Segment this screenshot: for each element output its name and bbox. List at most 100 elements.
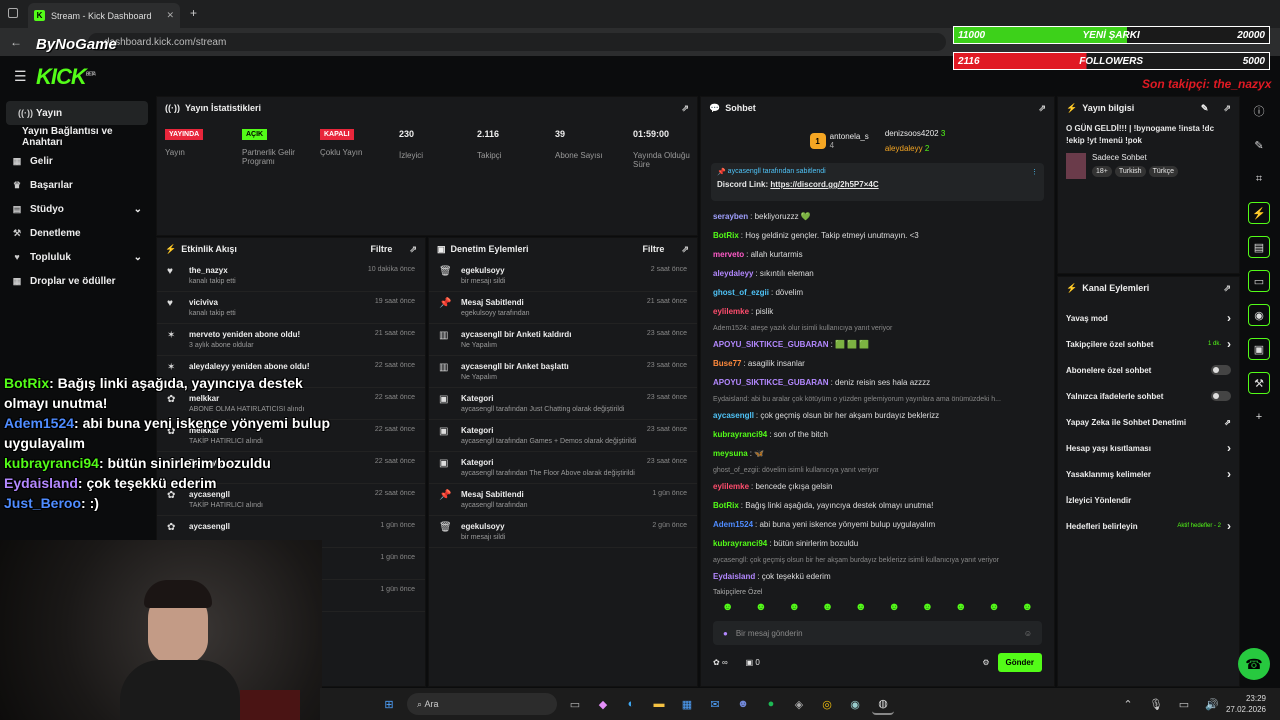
box-icon[interactable]: ▣ 0	[746, 658, 760, 667]
popout-icon[interactable]: ⇗	[681, 244, 689, 255]
sidebar-item-denetleme[interactable]: ⚒ Denetleme	[0, 221, 154, 245]
chat-message[interactable]: Buse77: asagilik insanlar	[701, 354, 1054, 373]
app-icon[interactable]: ◈	[788, 693, 810, 715]
menu-icon[interactable]: ☰	[14, 68, 27, 85]
toggle-switch[interactable]	[1211, 365, 1231, 375]
channel-action-item[interactable]: İzleyici Yönlendir	[1058, 487, 1239, 513]
top-gifters: 1 antonela_s 4 denizsoos4202 3 aleydaleyy 2	[701, 119, 1054, 163]
song-label: YENİ ŞARKI	[1082, 29, 1140, 41]
activity-filter-button[interactable]: Filtre	[370, 244, 392, 254]
chat-message[interactable]: kubrayranci94: son of the bitch	[701, 425, 1054, 444]
support-chat-icon[interactable]: ☎	[1238, 648, 1270, 680]
crop-icon[interactable]: ⌗	[1248, 168, 1270, 190]
chat-message[interactable]: meysuna: 🦋	[701, 444, 1054, 463]
overlay-chat-message: Just_Beroo: :)	[4, 495, 99, 511]
channel-action-item[interactable]: Takipçilere özel sohbet 1 dk. ›	[1058, 331, 1239, 357]
chat-message[interactable]: merveto: allah kurtarmis	[701, 245, 1054, 264]
file-icon[interactable]: ▭	[564, 693, 586, 715]
chat-message[interactable]: ghost_of_ezgii: dövelim	[701, 283, 1054, 302]
channel-action-item[interactable]: Hesap yaşı kısıtlaması ›	[1058, 435, 1239, 461]
chat-message[interactable]: Eydaisland: çok teşekkü ederim	[701, 567, 1054, 586]
edit-icon[interactable]: ✎	[1201, 103, 1209, 114]
broadcast-icon: ((·))	[18, 108, 33, 118]
chat-icon: 💬	[709, 102, 721, 113]
address-bar[interactable]: dashboard.kick.com/stream	[88, 33, 946, 51]
chat-message[interactable]: serayben: bekliyoruzzz 💚	[701, 207, 1054, 226]
send-button[interactable]: Gönder	[997, 652, 1042, 672]
settings-icon[interactable]: ⚙	[982, 658, 989, 667]
clock[interactable]: 23:29 27.02.2026	[1226, 693, 1266, 715]
popout-icon[interactable]: ⇗	[681, 103, 689, 114]
popout-icon[interactable]: ⇗	[1223, 103, 1231, 114]
windows-start-icon[interactable]: ⊞	[378, 693, 400, 715]
sidebar-item-studyo[interactable]: ▤ Stüdyo ⌄	[0, 197, 154, 221]
kick-logo[interactable]: KICKBETA	[36, 64, 96, 90]
store-icon[interactable]: ▦	[676, 693, 698, 715]
broadcast-icon[interactable]: ◉	[1248, 304, 1270, 326]
sidebar-item-yayin[interactable]: ((·)) Yayın	[6, 101, 148, 125]
mic-icon[interactable]: 🎙	[1145, 693, 1167, 715]
channel-action-item[interactable]: Yalnızca ifadelerle sohbet	[1058, 383, 1239, 409]
edge-icon[interactable]: ◐	[620, 693, 642, 715]
taskbar-search[interactable]: ⌕ Ara	[407, 693, 557, 715]
chat-message[interactable]: APOYU_SIKTIKCE_GUBARAN: deniz reisin ses…	[701, 373, 1054, 392]
popout-icon[interactable]: ⇗	[1223, 283, 1231, 294]
tab-actions-icon[interactable]	[8, 8, 18, 18]
sidebar-item-droplar[interactable]: ▦ Droplar ve ödüller	[0, 269, 154, 293]
wrench-icon[interactable]: ⚒	[1248, 372, 1270, 394]
income-icon: ▦	[12, 155, 22, 166]
copilot-icon[interactable]: ◆	[592, 693, 614, 715]
volume-icon[interactable]: 🔊	[1201, 693, 1223, 715]
obs-icon[interactable]: ◍	[872, 693, 894, 715]
chat-message[interactable]: aleydaleyy: sıkıntılı eleman	[701, 264, 1054, 283]
chat-message[interactable]: BotRix: Hoş geldiniz gençler. Takip etme…	[701, 226, 1054, 245]
discord-link[interactable]: https://discord.gg/2h5P7×4C	[770, 180, 878, 189]
points-icon[interactable]: ✿ ∞	[713, 658, 728, 667]
moderation-filter-button[interactable]: Filtre	[642, 244, 664, 254]
browser-tab[interactable]: K Stream - Kick Dashboard ✕	[28, 3, 180, 28]
sidebar-item-stream-key[interactable]: Yayın Bağlantısı ve Anahtarı	[0, 125, 154, 149]
sidebar-item-basarilar[interactable]: ♛ Başarılar	[0, 173, 154, 197]
bolt-icon[interactable]: ⚡	[1248, 202, 1270, 224]
toggle-switch[interactable]	[1211, 391, 1231, 401]
chrome-icon[interactable]: ◎	[816, 693, 838, 715]
discord-icon[interactable]: ☻	[732, 693, 754, 715]
popout-icon[interactable]: ⇗	[1038, 103, 1046, 114]
steam-icon[interactable]: ◉	[844, 693, 866, 715]
add-icon[interactable]: +	[1248, 406, 1270, 428]
channel-action-item[interactable]: Yavaş mod ›	[1058, 305, 1239, 331]
chat-input[interactable]: ● Bir mesaj gönderin ☺	[713, 621, 1042, 645]
channel-action-item[interactable]: Hedefleri belirleyin Aktif hedefler - 2 ›	[1058, 513, 1239, 539]
mail-icon[interactable]: ✉	[704, 693, 726, 715]
gift-icon: ▦	[12, 275, 22, 286]
list-icon[interactable]: ▤	[1248, 236, 1270, 258]
channel-action-item[interactable]: Abonelere özel sohbet	[1058, 357, 1239, 383]
chat-message[interactable]: BotRix: Bağış linki aşağıda, yayıncıya d…	[701, 496, 1054, 515]
sidebar-item-gelir[interactable]: ▦ Gelir	[0, 149, 154, 173]
emote-bar[interactable]: ☻ ☻ ☻ ☻ ☻ ☻ ☻ ☻ ☻ ☻	[701, 601, 1054, 617]
explorer-icon[interactable]: ▬	[648, 693, 670, 715]
spotify-icon[interactable]: ●	[760, 693, 782, 715]
chat-message[interactable]: eylilemke: bencede çıkışa gelsin	[701, 477, 1054, 496]
chat-icon[interactable]: ▭	[1248, 270, 1270, 292]
more-icon[interactable]: ⋮	[1031, 168, 1038, 176]
event-icon: ✿	[167, 522, 176, 533]
new-tab-button[interactable]: +	[190, 6, 197, 20]
info-icon[interactable]: ⓘ	[1248, 100, 1270, 122]
chat-message[interactable]: aycasengll: çok geçmiş olsun bir her akş…	[701, 406, 1054, 425]
edit-icon[interactable]: ✎	[1248, 134, 1270, 156]
channel-action-item[interactable]: Yapay Zeka ile Sohbet Denetimi ⇗	[1058, 409, 1239, 435]
channel-action-item[interactable]: Yasaklanmış kelimeler ›	[1058, 461, 1239, 487]
chat-username: BotRix	[713, 501, 739, 510]
chat-message[interactable]: eylilemke: pislik	[701, 302, 1054, 321]
chat-message[interactable]: APOYU_SIKTIKCE_GUBARAN: 🟩 🟩 🟩	[701, 335, 1054, 354]
sidebar-item-topluluk[interactable]: ♥ Topluluk ⌄	[0, 245, 154, 269]
chat-message[interactable]: kubrayranci94: bütün sinirlerim bozuldu	[701, 534, 1054, 553]
network-icon[interactable]: ▭	[1173, 693, 1195, 715]
moderation-icon[interactable]: ▣	[1248, 338, 1270, 360]
chevron-up-icon[interactable]: ⌃	[1117, 693, 1139, 715]
popout-icon[interactable]: ⇗	[409, 244, 417, 255]
back-icon[interactable]: ←	[10, 35, 22, 49]
close-tab-icon[interactable]: ✕	[166, 10, 174, 21]
chat-message[interactable]: Adem1524: abi buna yeni iskence yönyemi …	[701, 515, 1054, 534]
